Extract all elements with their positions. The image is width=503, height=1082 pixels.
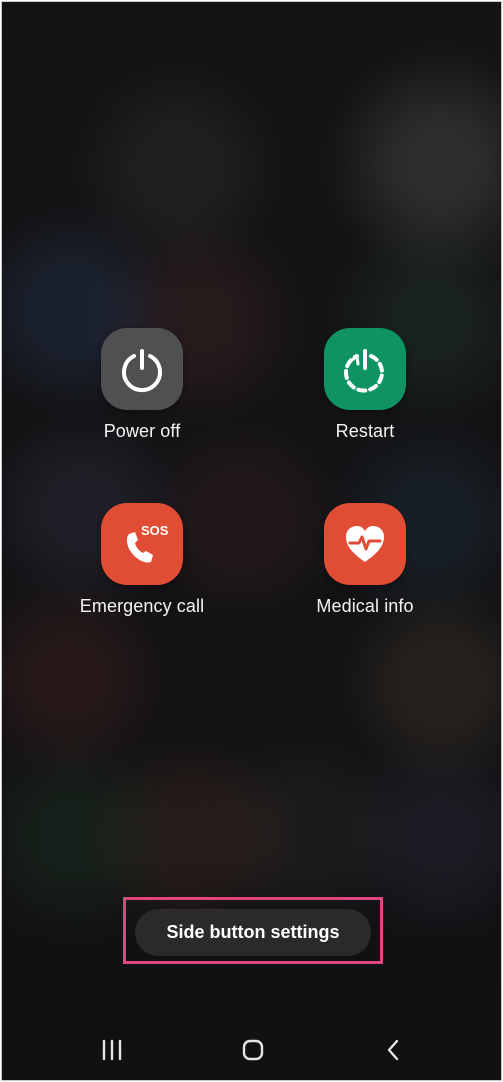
sos-phone-icon: SOS	[126, 523, 169, 563]
emergency-call-icon-tile: SOS	[101, 503, 183, 585]
power-off-label: Power off	[103, 421, 181, 441]
power-menu-content: Power off Restart SOS Emergency call Med…	[2, 2, 501, 1080]
back-icon	[387, 1039, 399, 1061]
side-button-settings-button[interactable]: Side button settings	[135, 909, 371, 956]
power-icon	[122, 349, 162, 393]
sos-badge-text: SOS	[141, 523, 169, 538]
home-icon	[242, 1039, 264, 1061]
heart-pulse-icon	[346, 526, 384, 562]
back-button[interactable]	[373, 1035, 413, 1065]
emergency-call-label: Emergency call	[79, 596, 205, 616]
medical-info-label: Medical info	[316, 596, 414, 616]
restart-icon	[344, 349, 384, 393]
restart-icon-tile	[324, 328, 406, 410]
home-button[interactable]	[233, 1035, 273, 1065]
recent-apps-icon	[102, 1039, 122, 1061]
recent-apps-button[interactable]	[92, 1035, 132, 1065]
power-off-icon-tile	[101, 328, 183, 410]
medical-info-button[interactable]: Medical info	[280, 503, 450, 617]
emergency-call-button[interactable]: SOS Emergency call	[57, 503, 227, 617]
navigation-bar	[2, 1018, 501, 1080]
restart-label: Restart	[335, 421, 395, 441]
restart-button[interactable]: Restart	[280, 328, 450, 442]
power-off-button[interactable]: Power off	[57, 328, 227, 442]
power-menu-screen: Power off Restart SOS Emergency call Med…	[1, 1, 502, 1081]
medical-info-icon-tile	[324, 503, 406, 585]
